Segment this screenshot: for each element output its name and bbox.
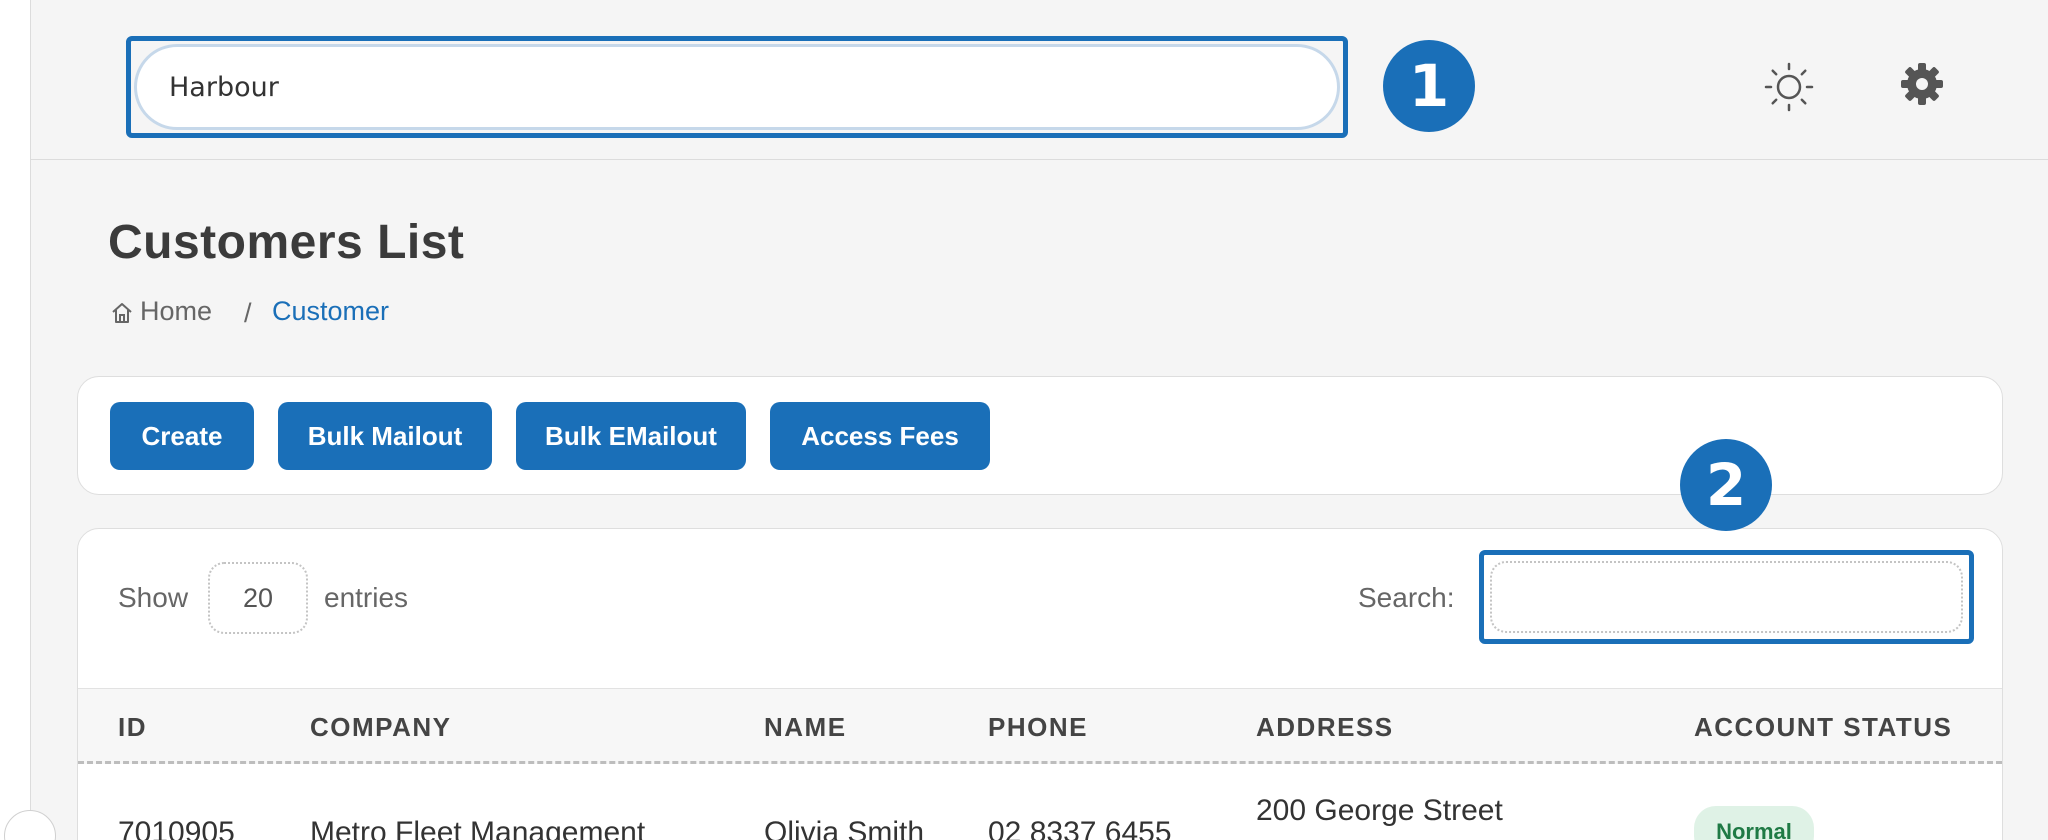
sun-icon[interactable] [1764,62,1814,112]
breadcrumb-separator: / [244,298,252,328]
home-icon [112,303,132,323]
entries-per-page-select[interactable]: 20 [208,562,308,634]
table-search-input[interactable] [1490,561,1963,633]
create-button[interactable]: Create [110,402,254,470]
column-header-account-status[interactable]: ACCOUNT STATUS [1694,712,1952,743]
cell-name: Olivia Smith [764,816,925,840]
bulk-mailout-button[interactable]: Bulk Mailout [278,402,492,470]
global-search-input[interactable] [134,44,1340,130]
cell-company[interactable]: Metro Fleet Management [310,816,645,840]
breadcrumb-home-link[interactable]: Home [140,296,212,327]
column-header-phone[interactable]: PHONE [988,712,1088,743]
column-header-id[interactable]: ID [118,712,147,743]
column-header-address[interactable]: ADDRESS [1256,712,1394,743]
cell-address: 200 George Street [1256,794,1503,827]
show-label: Show [118,582,189,613]
breadcrumb-current-customer[interactable]: Customer [272,296,389,327]
cell-phone: 02 8337 6455 [988,816,1172,840]
cell-id: 7010905 [118,816,235,840]
left-sidebar-rail [0,0,31,840]
gear-icon[interactable] [1900,62,1944,106]
column-header-company[interactable]: COMPANY [310,712,451,743]
status-badge: Normal [1694,806,1814,840]
table-search-label: Search: [1358,582,1455,613]
annotation-badge-1: 1 [1383,40,1475,132]
annotation-badge-2: 2 [1680,439,1772,531]
column-header-name[interactable]: NAME [764,712,847,743]
entries-label: entries [324,582,409,613]
bulk-emailout-button[interactable]: Bulk EMailout [516,402,746,470]
access-fees-button[interactable]: Access Fees [770,402,990,470]
page-title: Customers List [108,216,465,269]
